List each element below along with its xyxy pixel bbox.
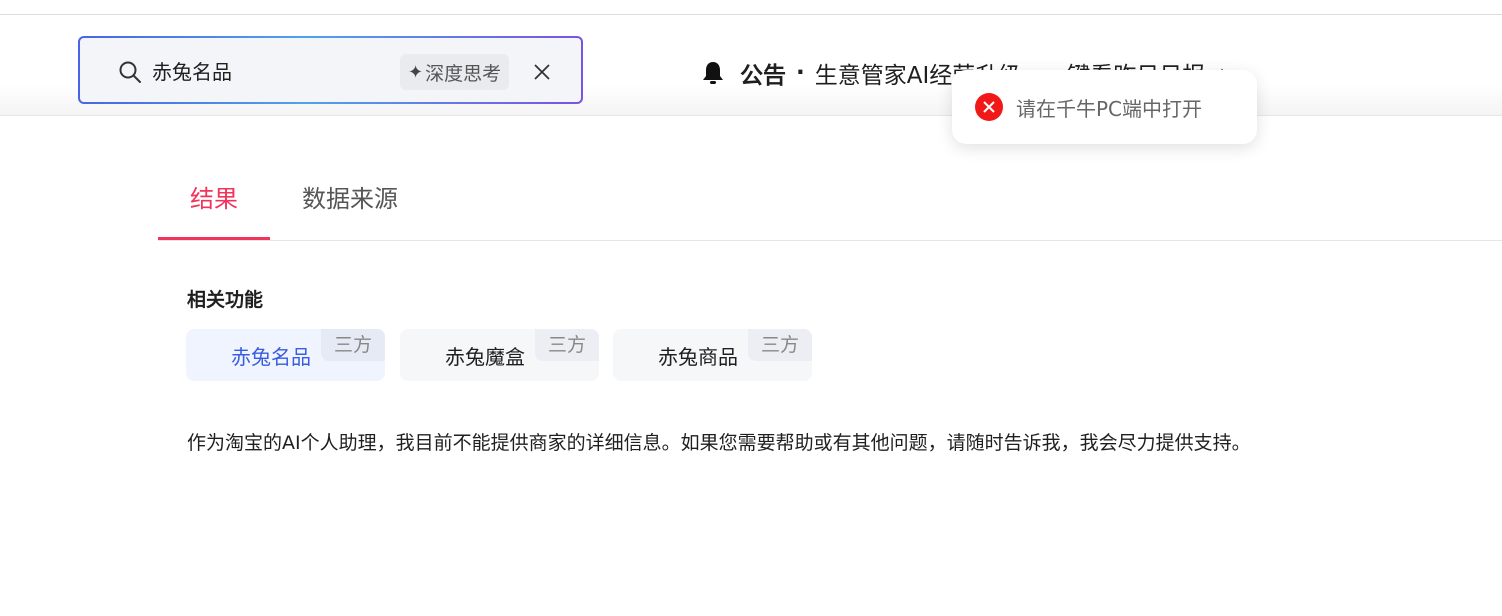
close-icon[interactable] bbox=[532, 62, 552, 82]
sparkle-icon: ✦ bbox=[408, 61, 424, 83]
search-icon[interactable] bbox=[118, 60, 142, 84]
tab-bar: 结果 数据来源 bbox=[158, 160, 1502, 241]
tab-data-source[interactable]: 数据来源 bbox=[302, 182, 398, 216]
deep-think-label: 深度思考 bbox=[425, 62, 502, 85]
related-functions-title: 相关功能 bbox=[187, 289, 264, 311]
error-toast: 请在千牛PC端中打开 bbox=[952, 70, 1257, 144]
toast-message: 请在千牛PC端中打开 bbox=[1016, 96, 1203, 121]
search-box[interactable]: 赤兔名品 ✦ 深度思考 bbox=[78, 36, 583, 104]
third-party-badge: 三方 bbox=[748, 329, 812, 361]
related-item-chitu-shangpin[interactable]: 赤兔商品 三方 bbox=[613, 329, 812, 381]
header-bar: 赤兔名品 ✦ 深度思考 公告 · 生意管家AI经营升级，一键看昨日日报 › bbox=[0, 15, 1502, 116]
bell-icon bbox=[703, 62, 723, 84]
error-icon bbox=[975, 93, 1003, 121]
deep-think-button[interactable]: ✦ 深度思考 bbox=[400, 54, 510, 90]
third-party-badge: 三方 bbox=[535, 329, 599, 361]
announcement-separator: · bbox=[796, 60, 805, 86]
announcement-title: 公告 bbox=[740, 63, 786, 89]
assistant-answer: 作为淘宝的AI个人助理，我目前不能提供商家的详细信息。如果您需要帮助或有其他问题… bbox=[187, 432, 1251, 454]
related-item-chitu-mingpin[interactable]: 赤兔名品 三方 bbox=[186, 329, 385, 381]
third-party-badge: 三方 bbox=[321, 329, 385, 361]
search-input[interactable]: 赤兔名品 bbox=[152, 58, 232, 86]
tab-result[interactable]: 结果 bbox=[190, 182, 238, 216]
related-item-chitu-mohe[interactable]: 赤兔魔盒 三方 bbox=[400, 329, 599, 381]
active-tab-indicator bbox=[158, 237, 270, 240]
